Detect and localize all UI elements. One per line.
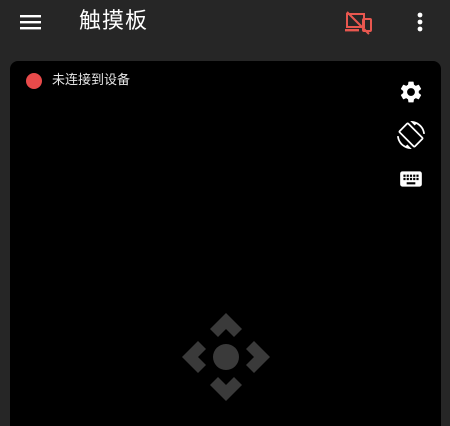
- settings-button[interactable]: [395, 76, 427, 108]
- more-options-button[interactable]: [408, 9, 432, 37]
- connection-status: 未连接到设备: [26, 71, 130, 91]
- screen-rotation-button[interactable]: [395, 119, 427, 151]
- page-title: 触摸板: [79, 9, 149, 34]
- app-bar: 触摸板: [0, 0, 450, 48]
- device-connect-button[interactable]: [343, 9, 375, 37]
- keyboard-icon: [400, 171, 422, 187]
- status-indicator-dot: [26, 73, 42, 89]
- screen-rotation-icon: [397, 121, 425, 149]
- device-disconnected-icon: [345, 11, 372, 35]
- menu-button[interactable]: [16, 10, 46, 34]
- menu-icon: [20, 15, 41, 30]
- gear-icon: [400, 81, 422, 103]
- dpad-icon: [182, 313, 270, 401]
- keyboard-button[interactable]: [395, 163, 427, 195]
- touchpad-area[interactable]: 未连接到设备: [10, 61, 441, 426]
- more-vert-icon: [417, 12, 423, 32]
- dpad-control[interactable]: [178, 309, 274, 405]
- touchpad-app: 触摸板 未连接到设备: [0, 0, 450, 426]
- status-text: 未连接到设备: [52, 73, 131, 88]
